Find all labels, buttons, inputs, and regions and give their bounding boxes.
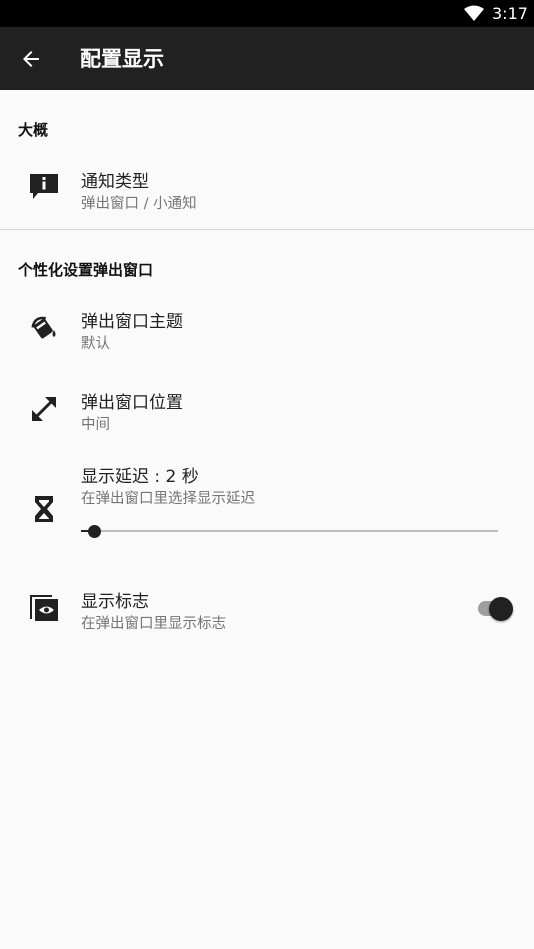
expand-arrows-icon [32,397,56,421]
pref-show-icon[interactable]: 显示标志 在弹出窗口里显示标志 [0,575,534,647]
pref-summary: 在弹出窗口里显示标志 [81,616,226,632]
pref-popup-position[interactable]: 弹出窗口位置 中间 [0,376,534,448]
pref-summary: 中间 [81,417,110,433]
delay-slider-thumb[interactable] [88,525,101,538]
hourglass-icon [35,496,53,522]
section-divider [0,229,534,230]
arrow-back-icon[interactable] [19,47,43,71]
app-bar: 配置显示 [0,27,534,90]
pref-popup-theme[interactable]: 弹出窗口主题 默认 [0,295,534,367]
pref-title: 通知类型 [81,172,149,192]
pref-title: 显示延迟 : 2 秒 [81,467,199,487]
pref-notification-type[interactable]: 通知类型 弹出窗口 / 小通知 [0,155,534,227]
pref-summary: 在弹出窗口里选择显示延迟 [81,491,255,507]
delay-slider-track[interactable] [88,530,498,532]
pref-summary: 弹出窗口 / 小通知 [81,196,197,212]
pref-display-delay: 显示延迟 : 2 秒 在弹出窗口里选择显示延迟 [0,450,534,550]
pref-title: 弹出窗口主题 [81,312,183,332]
page-title: 配置显示 [80,47,164,71]
show-icon-switch-thumb[interactable] [489,597,513,621]
info-message-icon [30,174,58,199]
pref-title: 显示标志 [81,592,149,612]
wifi-icon [464,5,484,21]
section-header-general: 大概 [18,121,49,139]
paint-bucket-icon [31,316,56,339]
pref-title: 弹出窗口位置 [81,393,183,413]
section-header-personalize: 个性化设置弹出窗口 [18,261,154,279]
status-time: 3:17 [492,4,528,23]
eye-window-icon [30,595,58,621]
pref-summary: 默认 [81,336,110,352]
status-bar: 3:17 [0,0,534,27]
